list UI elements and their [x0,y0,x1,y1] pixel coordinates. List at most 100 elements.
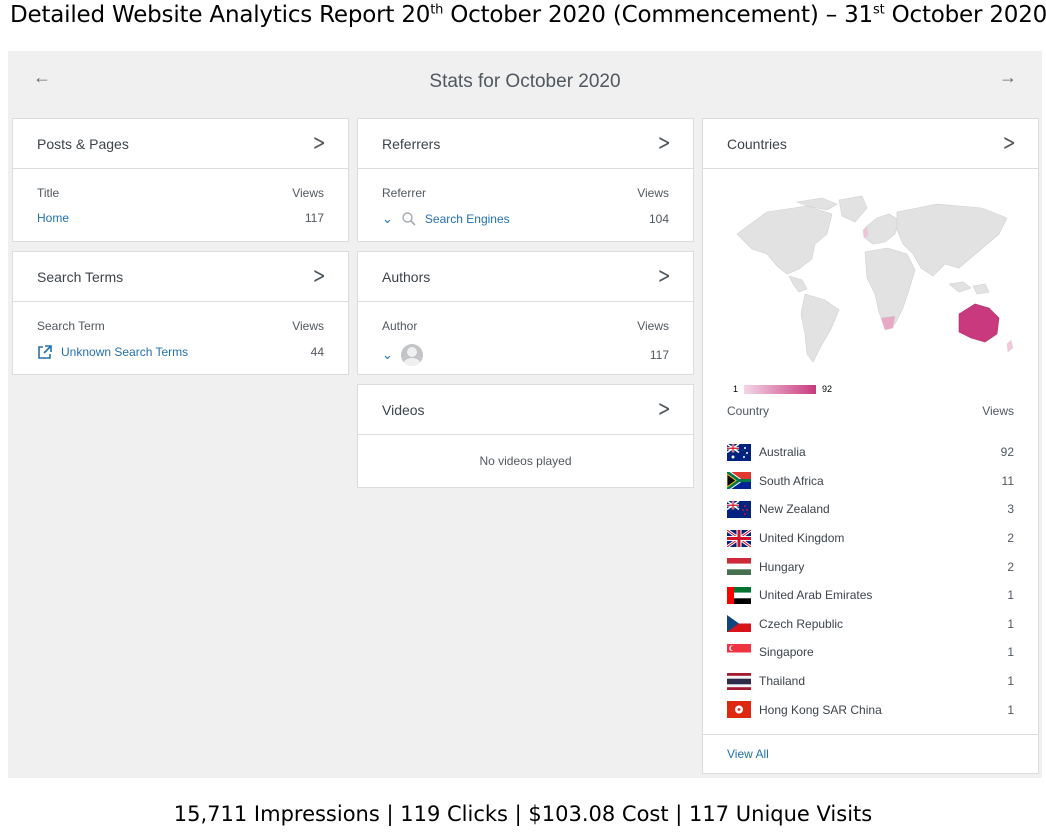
views-count: 117 [649,348,669,362]
czech-republic-flag-icon [727,615,751,633]
legend-max: 92 [822,384,833,394]
south-africa-flag-icon [727,472,751,490]
country-name: Singapore [759,645,814,660]
column-header: Author Views [358,319,693,333]
country-name: South Africa [759,473,824,488]
stats-period-title: Stats for October 2020 [429,71,621,92]
country-name: United Kingdom [759,531,845,546]
chevron-right-icon[interactable]: > [312,264,325,289]
chevron-right-icon[interactable]: > [657,397,670,422]
country-row-united-kingdom: United Kingdom 2 [703,524,1038,553]
search-terms-header[interactable]: Search Terms > [13,252,348,302]
stats-screenshot: ← Stats for October 2020 → Posts & Pages… [8,51,1042,778]
table-row: ⌄ Search Engines 104 [358,211,693,227]
country-row-new-zealand: New Zealand 3 [703,495,1038,524]
chevron-right-icon[interactable]: > [657,264,670,289]
country-name: New Zealand [759,502,830,517]
chevron-right-icon[interactable]: > [657,131,670,156]
view-all-link[interactable]: View All [727,747,769,761]
country-name: Australia [759,445,806,460]
views-count: 1 [1007,674,1014,689]
table-row: ⌄ 117 [358,344,693,366]
report-title: Detailed Website Analytics Report 20th O… [10,2,1046,28]
search-icon [402,212,416,226]
hong-kong-flag-icon [727,701,751,719]
column-title: Title [37,186,60,200]
card-title: Referrers [382,135,441,152]
country-name: Hong Kong SAR China [759,702,882,717]
views-count: 11 [1001,473,1014,488]
country-name: Czech Republic [759,616,844,631]
card-title: Videos [382,401,425,418]
views-count: 3 [1007,502,1014,517]
country-name: Thailand [759,674,806,689]
arrow-right-icon[interactable]: → [999,67,1017,88]
country-name: United Arab Emirates [759,588,873,603]
search-term-link[interactable]: Unknown Search Terms [61,345,188,359]
singapore-flag-icon [727,643,751,661]
country-list: Australia 92 South Africa 11 New Zealand… [703,438,1038,724]
map-legend: 1 92 [733,384,832,394]
country-row-hungary: Hungary 2 [703,552,1038,581]
summary-metrics: 15,711 Impressions | 119 Clicks | $103.0… [173,802,873,826]
column-header: Search Term Views [13,319,348,333]
card-title: Search Terms [37,268,124,285]
referrers-header[interactable]: Referrers > [358,119,693,169]
column-search-term: Search Term [37,319,105,333]
united-kingdom-flag-icon [727,529,751,547]
chevron-down-icon[interactable]: ⌄ [382,348,393,363]
referrers-card: Referrers > Referrer Views ⌄ Search Engi… [357,118,694,242]
views-count: 92 [1000,445,1014,460]
country-name: Hungary [759,559,805,574]
chevron-right-icon[interactable]: > [312,131,325,156]
country-row-singapore: Singapore 1 [703,638,1038,667]
views-count: 1 [1007,645,1014,660]
australia-flag-icon [727,443,751,461]
external-link-icon[interactable] [37,344,53,360]
column-views: Views [292,319,324,333]
post-link-home[interactable]: Home [37,211,69,225]
authors-card: Authors > Author Views ⌄ 117 [357,251,694,375]
column-header: Country Views [703,404,1038,418]
table-row: Unknown Search Terms 44 [13,344,348,360]
views-count: 2 [1007,531,1014,546]
card-title: Posts & Pages [37,135,129,152]
countries-header[interactable]: Countries > [703,119,1038,169]
view-all-footer: View All [703,734,1038,773]
card-title: Countries [727,135,787,152]
videos-header[interactable]: Videos > [358,385,693,435]
column-referrer: Referrer [382,186,427,200]
column-views: Views [637,319,669,333]
authors-header[interactable]: Authors > [358,252,693,302]
avatar [400,344,423,366]
column-views: Views [292,186,324,200]
views-count: 44 [310,345,324,359]
videos-card: Videos > No videos played [357,384,694,488]
countries-card: Countries > 1 92 Country Views Australia… [702,118,1039,774]
world-map [736,195,1014,363]
column-views: Views [637,186,669,200]
posts-pages-header[interactable]: Posts & Pages > [13,119,348,169]
column-header: Title Views [13,186,348,200]
column-header: Referrer Views [358,186,693,200]
table-row: Home 117 [13,211,348,225]
legend-gradient [744,384,817,394]
empty-state-text: No videos played [479,454,572,468]
country-row-uae: United Arab Emirates 1 [703,581,1038,610]
country-row-thailand: Thailand 1 [703,667,1038,696]
views-count: 1 [1007,702,1014,717]
views-count: 104 [648,212,669,226]
country-row-czech-republic: Czech Republic 1 [703,610,1038,639]
legend-min: 1 [733,384,739,394]
chevron-down-icon[interactable]: ⌄ [382,212,393,227]
views-count: 1 [1007,616,1014,631]
column-views: Views [982,404,1014,418]
views-count: 1 [1007,588,1014,603]
views-count: 117 [304,211,324,225]
country-row-australia: Australia 92 [703,438,1038,467]
referrer-link[interactable]: Search Engines [425,212,510,226]
search-terms-card: Search Terms > Search Term Views Unknown… [12,251,349,375]
column-country: Country [727,404,770,418]
uae-flag-icon [727,586,751,604]
chevron-right-icon[interactable]: > [1002,131,1015,156]
